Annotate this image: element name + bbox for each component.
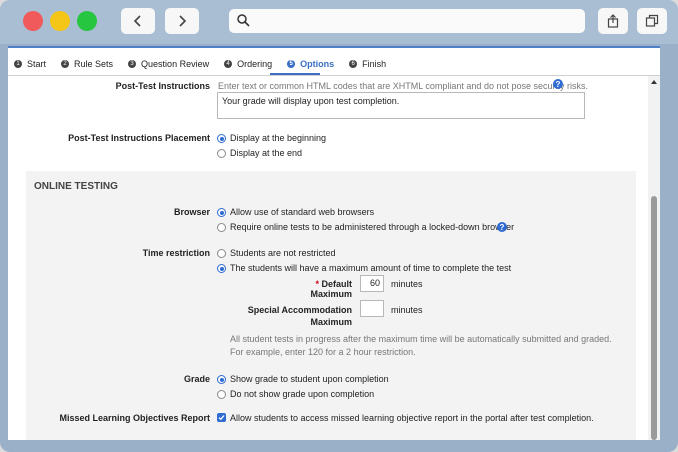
scroll-up-arrow-icon[interactable] — [651, 80, 657, 84]
step-question-review[interactable]: 3 Question Review — [128, 59, 209, 69]
step-number: 6 — [349, 60, 358, 68]
placement-beginning-radio[interactable] — [217, 134, 226, 143]
special-accommodation-input[interactable] — [360, 300, 384, 317]
special-accommodation-units: minutes — [391, 305, 423, 315]
top-border — [8, 46, 660, 48]
step-number: 1 — [14, 60, 22, 68]
step-ordering[interactable]: 4 Ordering — [224, 59, 272, 69]
step-rule-sets[interactable]: 2 Rule Sets — [61, 59, 113, 69]
zoom-window-button[interactable] — [77, 11, 97, 31]
show-grade-label: Show grade to student upon completion — [230, 374, 389, 384]
step-number: 3 — [128, 60, 137, 68]
maximum-time-radio[interactable] — [217, 264, 226, 273]
not-restricted-label: Students are not restricted — [230, 248, 336, 258]
back-button[interactable] — [121, 8, 155, 34]
post-test-instructions-hint: Enter text or common HTML codes that are… — [218, 81, 588, 91]
wizard-steps: 1 Start 2 Rule Sets 3 Question Review 4 … — [8, 54, 395, 74]
required-mark: * — [315, 279, 319, 289]
special-accommodation-label-line2: Maximum — [310, 317, 352, 327]
grade-label: Grade — [183, 374, 210, 384]
placement-label: Post-Test Instructions Placement — [68, 133, 210, 143]
placement-beginning-label: Display at the beginning — [230, 133, 327, 143]
default-maximum-units: minutes — [391, 279, 423, 289]
default-maximum-input[interactable]: 60 — [360, 275, 384, 292]
tabs-button[interactable] — [637, 8, 667, 34]
step-number: 5 — [287, 60, 296, 68]
search-icon — [237, 14, 250, 27]
time-restriction-label: Time restriction — [142, 248, 210, 258]
browser-window: 1 Start 2 Rule Sets 3 Question Review 4 … — [0, 0, 678, 452]
time-note-1: All student tests in progress after the … — [230, 334, 612, 344]
checkmark-icon — [218, 415, 225, 421]
step-label: Question Review — [141, 59, 210, 69]
minimize-window-button[interactable] — [50, 11, 70, 31]
hide-grade-radio[interactable] — [217, 390, 226, 399]
placement-end-radio[interactable] — [217, 149, 226, 158]
chevron-left-icon — [133, 15, 141, 27]
show-grade-radio[interactable] — [217, 375, 226, 384]
missed-objectives-label: Missed Learning Objectives Report — [59, 413, 210, 423]
step-label: Finish — [362, 59, 387, 69]
maximum-time-label: The students will have a maximum amount … — [230, 263, 512, 273]
hide-grade-label: Do not show grade upon completion — [230, 389, 375, 399]
placement-end-label: Display at the end — [230, 148, 303, 158]
step-label: Options — [300, 59, 335, 69]
step-label: Rule Sets — [74, 59, 114, 69]
special-accommodation-label: Special Accommodation — [247, 305, 352, 315]
tabs-icon — [645, 14, 659, 27]
close-window-button[interactable] — [23, 11, 43, 31]
default-maximum-label: * Default Maximum — [272, 279, 352, 299]
page-content: 1 Start 2 Rule Sets 3 Question Review 4 … — [8, 46, 660, 440]
step-finish[interactable]: 6 Finish — [349, 59, 386, 69]
locked-down-browser-label: Require online tests to be administered … — [230, 222, 515, 232]
online-testing-title: ONLINE TESTING — [34, 181, 118, 192]
title-bar — [0, 0, 678, 44]
step-start[interactable]: 1 Start — [14, 59, 46, 69]
scrollbar-thumb[interactable] — [651, 196, 657, 440]
steps-divider — [8, 75, 660, 76]
help-icon[interactable]: ? — [497, 222, 507, 232]
step-label: Ordering — [237, 59, 273, 69]
vertical-scrollbar[interactable] — [648, 76, 660, 440]
missed-objectives-checkbox[interactable] — [217, 413, 226, 422]
step-label: Start — [27, 59, 47, 69]
post-test-instructions-input[interactable]: Your grade will display upon test comple… — [217, 92, 585, 119]
time-note-2: For example, enter 120 for a 2 hour rest… — [230, 347, 416, 357]
standard-browsers-radio[interactable] — [217, 208, 226, 217]
forward-button[interactable] — [165, 8, 199, 34]
chevron-right-icon — [179, 15, 187, 27]
locked-down-browser-radio[interactable] — [217, 223, 226, 232]
post-test-instructions-label: Post-Test Instructions — [115, 81, 210, 91]
step-number: 4 — [224, 60, 233, 68]
missed-objectives-text: Allow students to access missed learning… — [230, 413, 594, 423]
browser-label: Browser — [173, 207, 210, 217]
share-button[interactable] — [598, 8, 628, 34]
step-number: 2 — [61, 60, 70, 68]
standard-browsers-label: Allow use of standard web browsers — [230, 207, 375, 217]
step-options[interactable]: 5 Options — [287, 59, 334, 69]
help-icon[interactable]: ? — [553, 79, 563, 89]
address-bar[interactable] — [229, 9, 585, 33]
not-restricted-radio[interactable] — [217, 249, 226, 258]
share-icon — [607, 14, 619, 28]
